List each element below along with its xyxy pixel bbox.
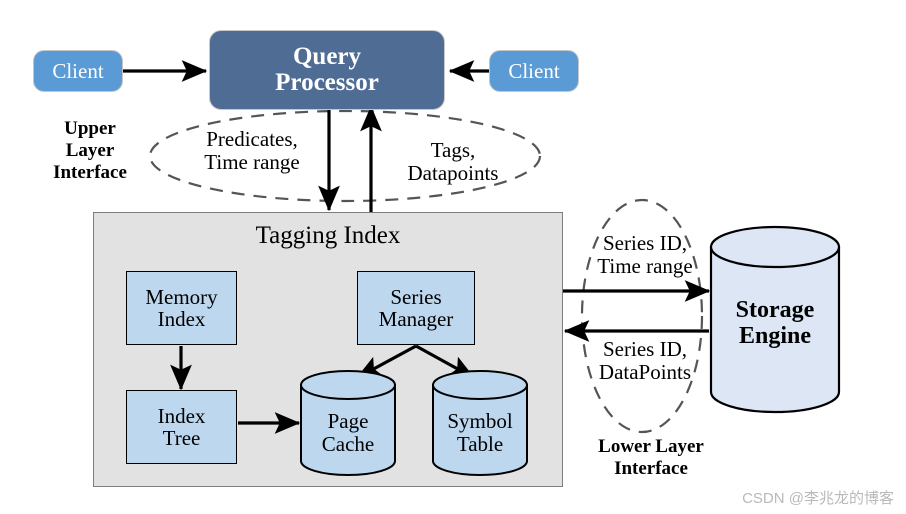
edge-label-predicates-time-range: Predicates, Time range xyxy=(182,128,322,173)
index-tree-label-line1: Index xyxy=(157,403,206,428)
edge-label-series-id-datapoints-line1: Series ID, xyxy=(603,337,687,361)
series-manager-box[interactable]: Series Manager xyxy=(357,271,475,345)
edge-label-tags-line2: Datapoints xyxy=(407,160,499,185)
edge-label-series-id-time-range-line1: Series ID, xyxy=(603,231,687,255)
edge-label-predicates-line1: Predicates, xyxy=(206,127,298,151)
diagram-canvas: Tagging Index Client Client Query Proces… xyxy=(0,0,906,514)
storage-engine-label-line2: Engine xyxy=(738,323,812,349)
storage-engine-label: Storage Engine xyxy=(711,289,839,359)
index-tree-label-line2: Tree xyxy=(162,426,201,450)
edge-label-predicates-line2: Time range xyxy=(204,149,300,174)
edge-label-series-id-time-range-line2: Time range xyxy=(597,253,693,278)
lower-layer-interface-label: Lower Layer Interface xyxy=(571,436,731,480)
tagging-index-title: Tagging Index xyxy=(255,222,401,249)
storage-engine-label-line1: Storage xyxy=(735,297,815,324)
client-box-right[interactable]: Client xyxy=(489,50,579,92)
symbol-table-cylinder[interactable]: Symbol Table xyxy=(433,371,527,475)
symbol-table-label: Symbol Table xyxy=(433,405,527,461)
page-cache-label-line2: Cache xyxy=(321,432,375,456)
query-processor-label-line1: Query xyxy=(292,42,362,70)
client-right-label: Client xyxy=(508,58,560,83)
page-cache-label-line1: Page xyxy=(327,409,369,434)
index-tree-box[interactable]: Index Tree xyxy=(126,390,237,464)
edge-label-tags-datapoints: Tags, Datapoints xyxy=(383,139,523,184)
memory-index-label-line1: Memory xyxy=(145,284,218,309)
query-processor-box[interactable]: Query Processor xyxy=(209,30,445,110)
client-box-left[interactable]: Client xyxy=(33,50,123,92)
upper-layer-interface-line1: Upper xyxy=(64,118,116,139)
symbol-table-label-line2: Table xyxy=(456,432,504,456)
lower-layer-interface-line1: Lower Layer xyxy=(598,436,704,457)
storage-engine-cylinder[interactable]: Storage Engine xyxy=(711,227,839,413)
page-cache-cylinder[interactable]: Page Cache xyxy=(301,371,395,475)
memory-index-box[interactable]: Memory Index xyxy=(126,271,237,345)
upper-layer-interface-line3: Interface xyxy=(53,162,127,184)
series-manager-label-line2: Manager xyxy=(378,307,454,331)
upper-layer-interface-line2: Layer xyxy=(65,140,115,162)
client-left-label: Client xyxy=(52,58,104,83)
edge-label-tags-line1: Tags, xyxy=(430,138,476,162)
page-cache-label: Page Cache xyxy=(301,405,395,461)
symbol-table-label-line1: Symbol xyxy=(447,409,513,434)
edge-label-series-id-datapoints: Series ID, DataPoints xyxy=(579,338,711,383)
upper-layer-interface-label: Upper Layer Interface xyxy=(24,118,156,184)
edge-label-series-id-datapoints-line2: DataPoints xyxy=(598,359,692,384)
query-processor-label-line2: Processor xyxy=(275,69,379,96)
lower-layer-interface-line2: Interface xyxy=(614,458,688,480)
series-manager-label-line1: Series xyxy=(390,284,442,309)
edge-label-series-id-time-range: Series ID, Time range xyxy=(581,232,709,277)
csdn-watermark: CSDN @李兆龙的博客 xyxy=(742,490,894,507)
memory-index-label-line2: Index xyxy=(157,307,206,331)
